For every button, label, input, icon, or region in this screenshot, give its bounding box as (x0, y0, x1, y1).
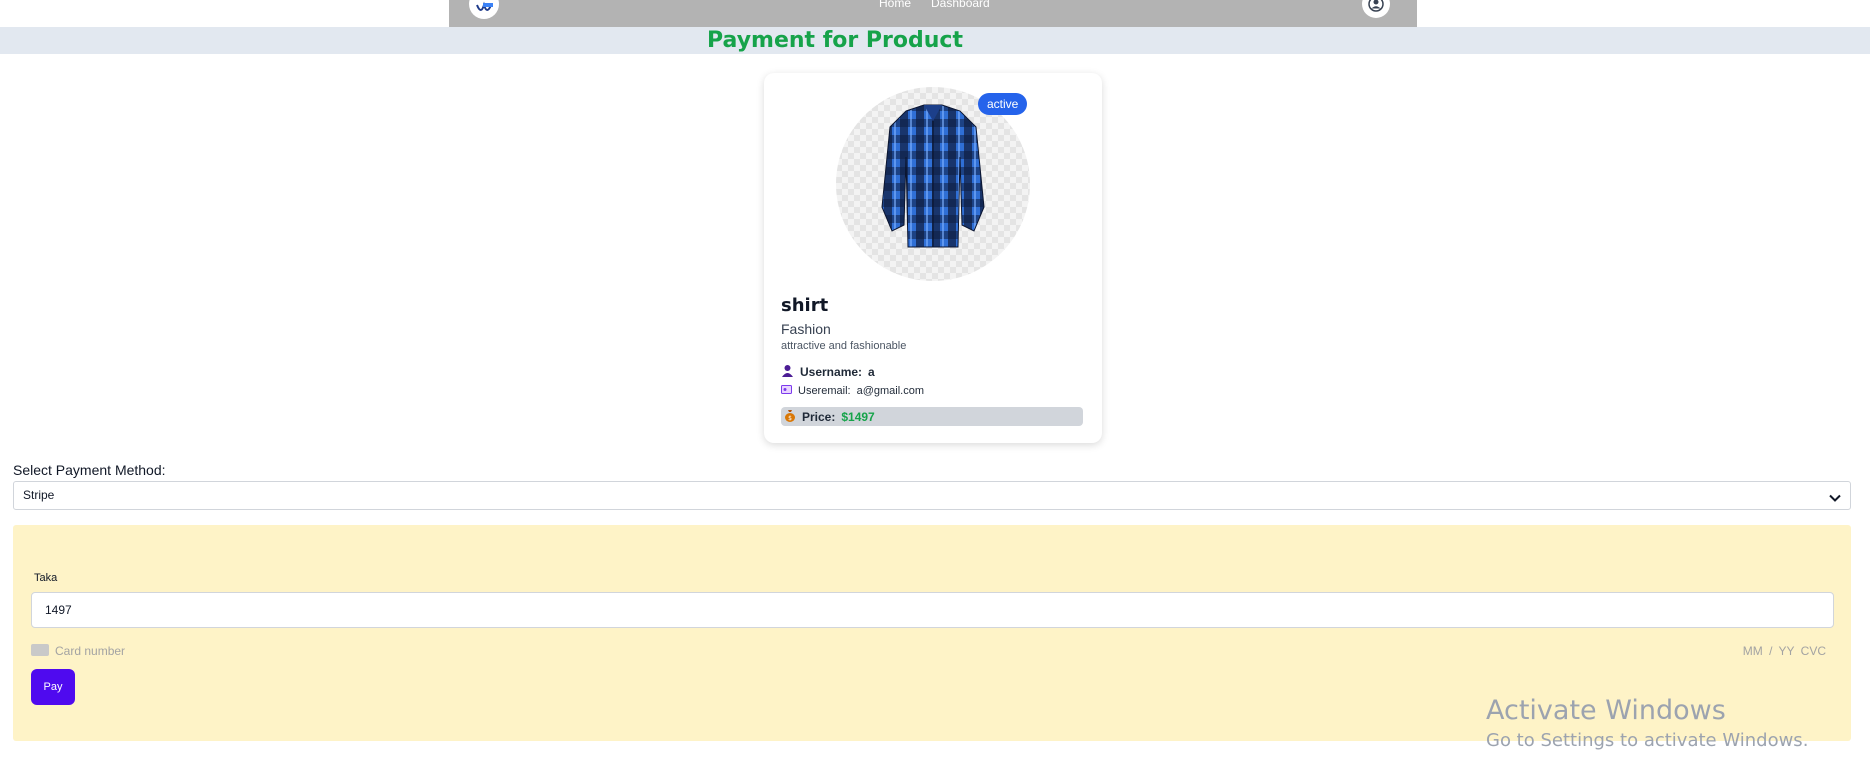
card-number-input[interactable]: Card number (55, 644, 125, 658)
amount-label: Taka (34, 572, 58, 584)
email-label: Useremail: (798, 385, 851, 397)
email-value: a@gmail.com (856, 385, 924, 397)
top-navbar: Home Dashboard (449, 0, 1417, 27)
status-badge: active (978, 93, 1028, 115)
svg-text:$: $ (788, 415, 792, 422)
nav-link-dashboard[interactable]: Dashboard (931, 0, 990, 10)
amount-input[interactable]: 1497 (31, 592, 1834, 628)
money-bag-icon: $ (784, 409, 796, 425)
product-card: active shirt Fashion attractive and fash… (764, 73, 1102, 443)
site-logo[interactable] (469, 0, 499, 19)
payment-method-select[interactable]: Stripe (13, 481, 1851, 510)
chevron-down-icon (1828, 488, 1842, 515)
credit-card-icon (31, 644, 49, 656)
user-icon (781, 364, 794, 380)
price-row: $ Price: $1497 (781, 407, 1083, 426)
pay-button[interactable]: Pay (31, 669, 75, 705)
product-name: shirt (781, 295, 829, 316)
expiry-cvc-input[interactable]: MM / YY CVC (1743, 644, 1826, 658)
price-value: $1497 (841, 409, 875, 424)
product-description: attractive and fashionable (781, 340, 907, 352)
page-title: Payment for Product (707, 28, 963, 53)
windows-activation-watermark: Activate Windows Go to Settings to activ… (1486, 695, 1808, 755)
username-label: Username: (800, 365, 863, 379)
username-row: Username: a (781, 364, 875, 380)
email-icon (781, 385, 792, 397)
product-category: Fashion (781, 321, 831, 337)
watermark-line-1: Activate Windows (1486, 695, 1726, 726)
selected-payment-method: Stripe (23, 488, 55, 502)
watermark-line-2: Go to Settings to activate Windows. (1486, 730, 1809, 751)
product-image (836, 87, 1030, 281)
email-row: Useremail: a@gmail.com (781, 385, 924, 397)
profile-avatar-icon[interactable] (1362, 0, 1390, 18)
username-value: a (868, 365, 875, 379)
page-title-bar: Payment for Product (0, 27, 1870, 54)
payment-method-label: Select Payment Method: (13, 462, 166, 478)
price-label: Price: (802, 409, 836, 424)
nav-link-home[interactable]: Home (879, 0, 911, 10)
